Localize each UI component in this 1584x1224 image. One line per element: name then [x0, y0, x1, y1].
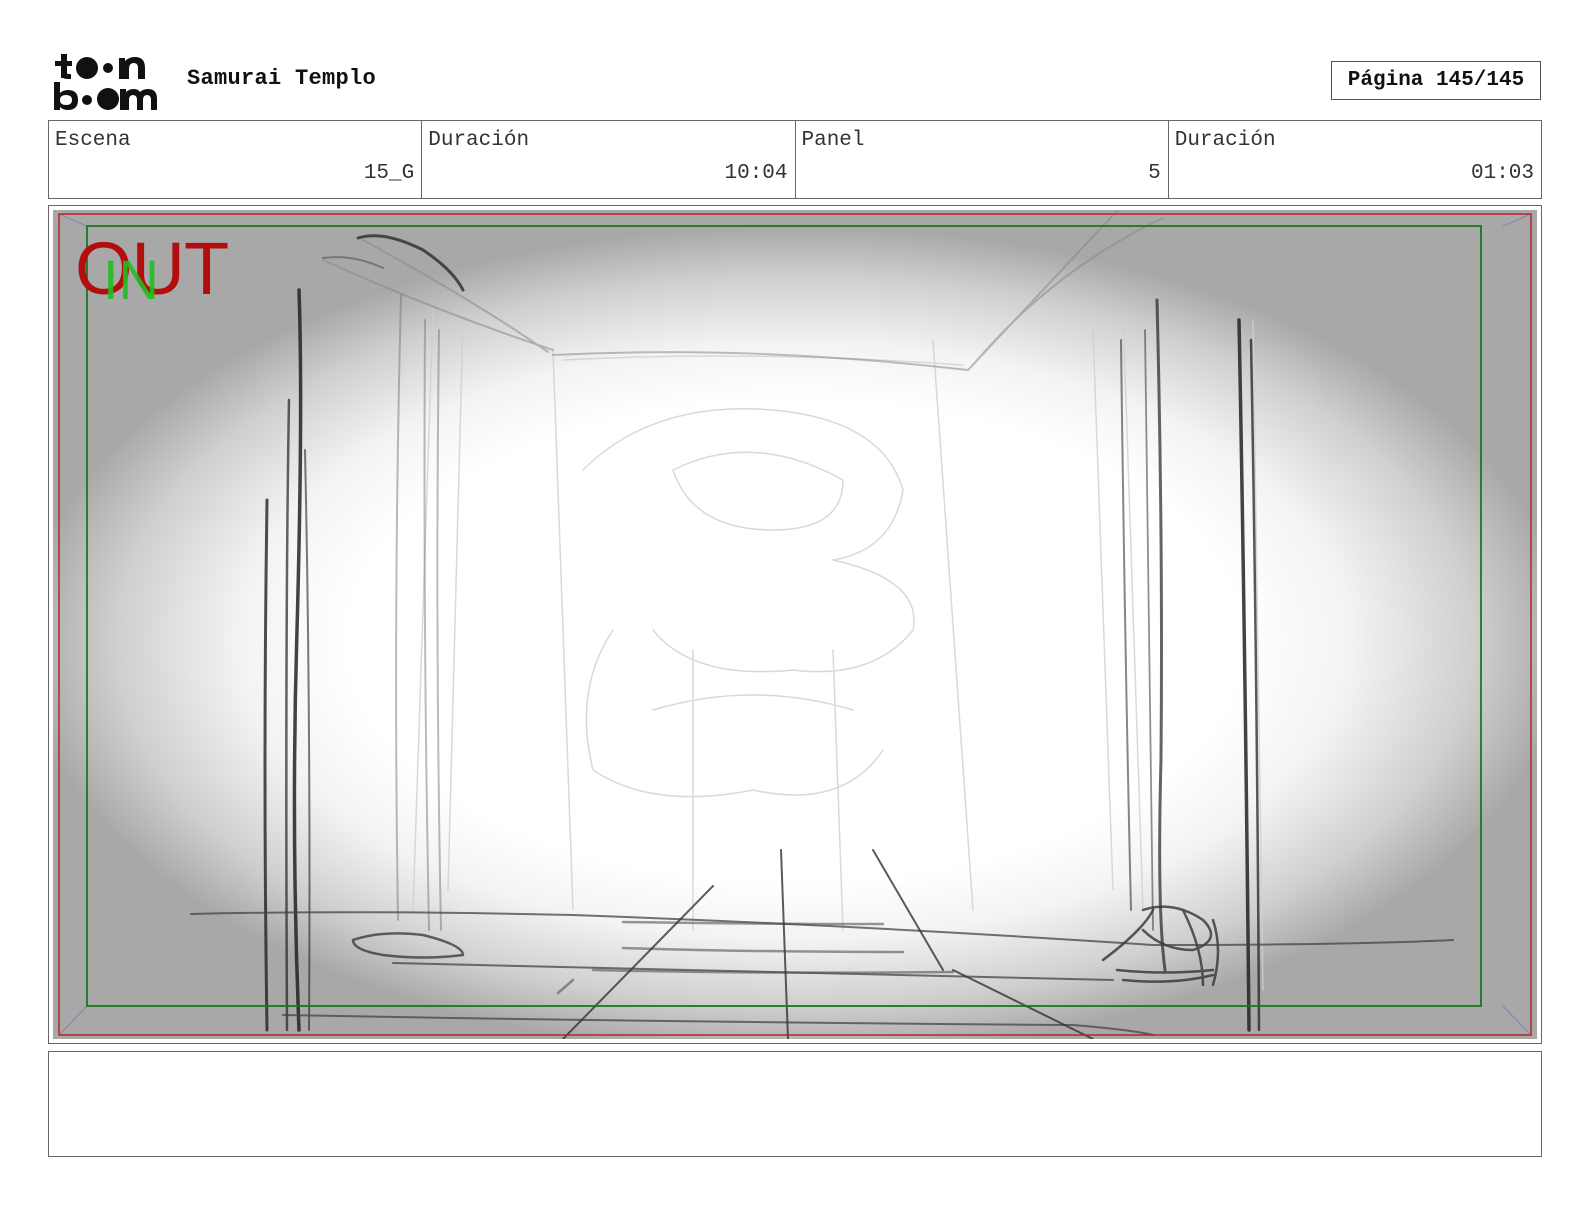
panel-drawing-area: OUT IN: [53, 210, 1537, 1039]
scene-duration-label: Duración: [428, 129, 530, 152]
panel-duration-cell: Duración 01:03: [1169, 121, 1541, 198]
toon-boom-logo: [54, 54, 157, 110]
storyboard-panel-frame: OUT IN: [48, 205, 1542, 1044]
panel-value: 5: [1148, 162, 1161, 185]
project-title: Samurai Templo: [187, 66, 377, 91]
scene-info-table: Escena 15_G Duración 10:04 Panel 5 Durac…: [48, 120, 1542, 199]
panel-cell: Panel 5: [796, 121, 1169, 198]
scene-cell: Escena 15_G: [49, 121, 423, 198]
scene-duration-cell: Duración 10:04: [422, 121, 796, 198]
floor-perspective: [562, 849, 1094, 1039]
sketch-drawing: [58, 210, 1532, 1039]
scene-duration-value: 10:04: [724, 162, 788, 185]
scene-label: Escena: [55, 129, 131, 152]
scene-value: 15_G: [363, 162, 415, 185]
right-pillars: [1120, 298, 1261, 1032]
panel-label: Panel: [801, 129, 865, 152]
left-pillar: [263, 288, 311, 1032]
page-number: Página 145/145: [1331, 61, 1541, 100]
panel-duration-value: 01:03: [1470, 162, 1534, 185]
faint-sketch: [412, 309, 1264, 991]
panel-notes-box: [48, 1051, 1542, 1157]
in-marker: IN: [103, 248, 159, 311]
ceiling-lines: [322, 210, 1164, 371]
panel-duration-label: Duración: [1174, 129, 1276, 152]
